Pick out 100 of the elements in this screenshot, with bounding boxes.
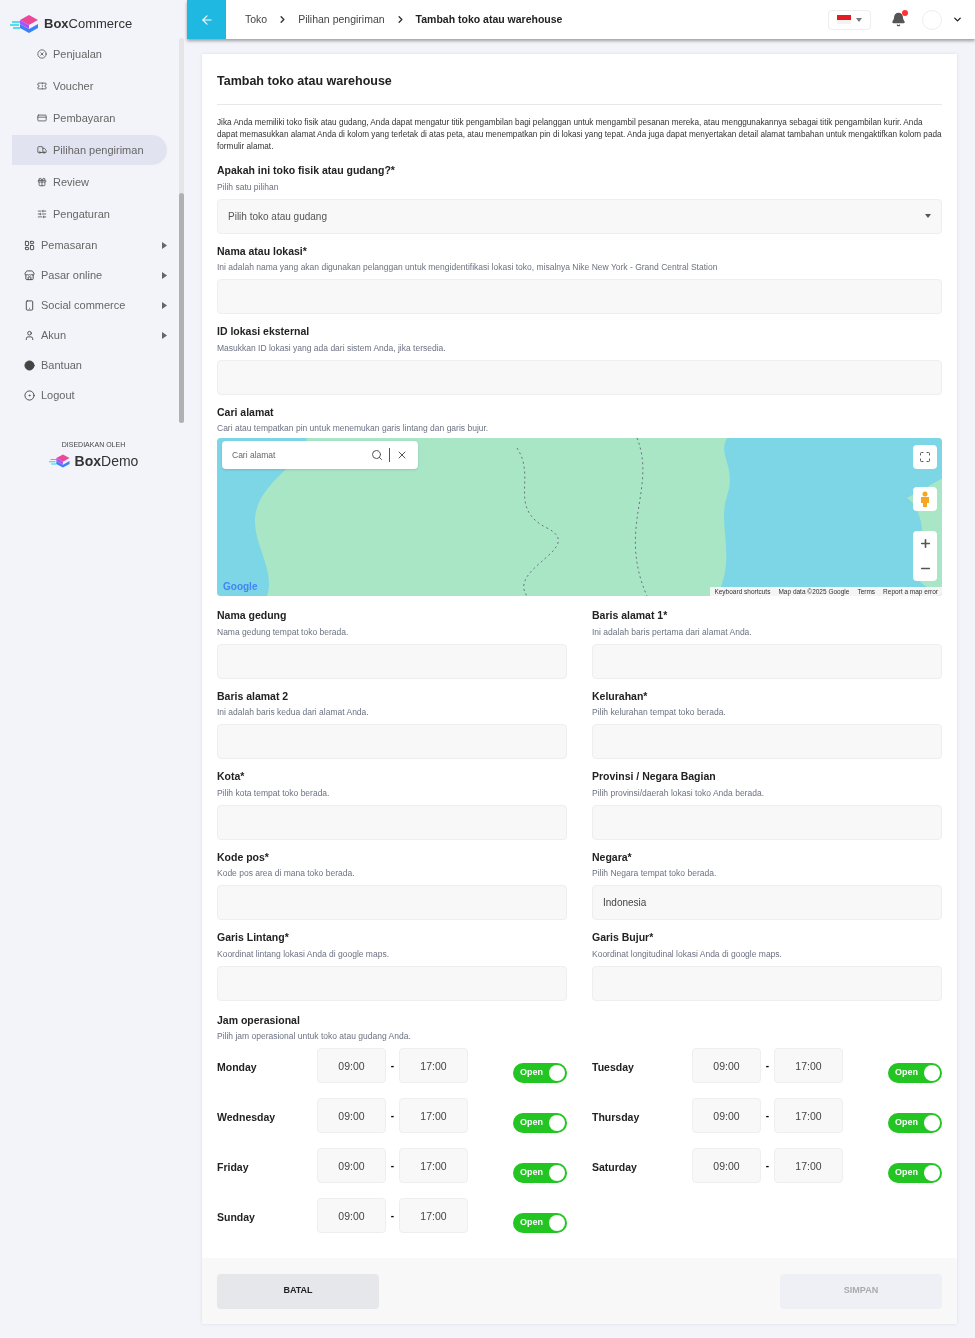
time-field[interactable]: 17:00 xyxy=(399,1048,468,1083)
sidebar-item[interactable]: Akun xyxy=(12,320,167,350)
field-hint: Pilih jam operasional untuk toko atau gudang Anda. xyxy=(217,1030,412,1043)
field-hint: Ini adalah nama yang akan digunakan pelanggan untuk mengidentifikasi lokasi toko, misalnya Nike New York - Grand Central Station xyxy=(217,261,719,274)
brand-name: BoxCommerce xyxy=(44,15,133,34)
sidebar-item[interactable]: Pengaturan xyxy=(12,199,167,229)
field-hint: Pilih Negara tempat toko berada. xyxy=(592,867,718,880)
time-field[interactable]: 17:00 xyxy=(774,1098,843,1133)
time-field[interactable]: 17:00 xyxy=(774,1148,843,1183)
store-icon xyxy=(24,269,35,281)
time-field[interactable]: 09:00 xyxy=(692,1098,761,1133)
gift-icon xyxy=(37,177,47,187)
input-field[interactable]: Indonesia xyxy=(592,885,942,920)
field-label: Baris alamat 2 xyxy=(217,688,290,704)
breadcrumb-link[interactable]: Pilihan pengiriman xyxy=(298,11,385,28)
field-label: Nama gedung xyxy=(217,608,288,623)
zoom-in-icon[interactable] xyxy=(918,537,932,550)
field-label: Garis Bujur* xyxy=(592,930,655,945)
fullscreen-button[interactable] xyxy=(913,445,937,469)
chevron-down-icon[interactable] xyxy=(952,14,963,25)
dashboard-icon xyxy=(24,239,35,251)
time-field[interactable]: 09:00 xyxy=(692,1148,761,1183)
street-view-button[interactable] xyxy=(913,487,937,511)
card-icon xyxy=(37,113,47,123)
cancel-circle-icon xyxy=(37,49,47,59)
time-separator: - xyxy=(764,1109,771,1123)
caret-down-icon xyxy=(856,17,862,22)
field-hint: Pilih kota tempat toko berada. xyxy=(217,786,331,800)
fullscreen-icon xyxy=(919,451,931,463)
search-icon[interactable] xyxy=(371,449,383,461)
time-field[interactable]: 17:00 xyxy=(399,1148,468,1183)
field-label: Cari alamat xyxy=(217,404,275,420)
sidebar-item[interactable]: Social commerce xyxy=(12,290,167,320)
ticket-icon xyxy=(37,81,47,91)
field-label: Garis Lintang* xyxy=(217,930,290,945)
person-figure-icon xyxy=(920,491,930,507)
field-label: Provinsi / Negara Bagian xyxy=(592,769,717,784)
time-field[interactable]: 09:00 xyxy=(317,1098,386,1133)
field-hint: Nama gedung tempat toko berada. xyxy=(217,625,350,639)
field-label: Kode pos* xyxy=(217,849,270,865)
intro-paragraph: Jika Anda memiliki toko fisik atau gudang, Anda dapat mengatur titik pengambilan bagi pelanggan untuk mengambil pesanan mereka, atau menggunakannya sebagai titik pengambilan kurir. Anda dapat memasukkan alamat Anda di kolom yang terletak di atas peta, atau menempatkan pin di lokasi yang tepat. Anda juga dapat menyertakan detail alamat tambahan untuk mengaktifkan kolom pada formulir alamat. xyxy=(217,117,942,153)
sidebar-item[interactable]: Penjualan xyxy=(12,39,167,69)
sidebar-item[interactable]: Review xyxy=(12,167,167,197)
sidebar-item[interactable]: Pemasaran xyxy=(12,230,167,260)
day-label: Saturday xyxy=(592,1160,638,1175)
day-label: Monday xyxy=(217,1060,258,1075)
target-icon xyxy=(24,389,35,401)
field-hint: Pilih kelurahan tempat toko berada. xyxy=(592,706,727,719)
arrow-left-icon xyxy=(199,12,214,27)
time-field[interactable]: 09:00 xyxy=(317,1148,386,1183)
field-hint: Kode pos area di mana toko berada. xyxy=(217,867,356,880)
sliders-icon xyxy=(37,209,47,219)
user-icon xyxy=(24,329,35,341)
time-separator: - xyxy=(389,1109,396,1123)
sidebar-item[interactable]: Voucher xyxy=(12,71,167,101)
map-search-field[interactable]: Cari alamat xyxy=(222,441,418,469)
field-hint: Cari atau tempatkan pin untuk menemukan garis lintang dan garis bujur. xyxy=(217,422,490,435)
time-field[interactable]: 09:00 xyxy=(317,1048,386,1083)
time-field[interactable]: 09:00 xyxy=(317,1198,386,1233)
stacked-boxes-logo-icon xyxy=(10,14,40,34)
truck-icon xyxy=(37,145,47,155)
field-hint: Koordinat longitudinal lokasi Anda di google maps. xyxy=(592,947,783,961)
time-field[interactable]: 17:00 xyxy=(399,1198,468,1233)
field-label: Kelurahan* xyxy=(592,688,649,704)
language-dropdown[interactable] xyxy=(828,9,871,30)
field-hint: Pilih provinsi/daerah lokasi toko Anda berada. xyxy=(592,786,765,800)
time-field[interactable]: 17:00 xyxy=(774,1048,843,1083)
breadcrumb-link[interactable]: Toko xyxy=(245,11,268,28)
notification-bell-icon[interactable] xyxy=(891,12,906,27)
time-field[interactable]: 09:00 xyxy=(692,1048,761,1083)
field-label: Baris alamat 1* xyxy=(592,608,669,623)
close-icon[interactable] xyxy=(396,449,408,461)
scrollbar-thumb[interactable] xyxy=(179,193,184,423)
field-label: Kota* xyxy=(217,769,246,784)
time-separator: - xyxy=(764,1159,771,1173)
time-field[interactable]: 17:00 xyxy=(399,1098,468,1133)
time-separator: - xyxy=(389,1059,396,1073)
field-label: Jam operasional xyxy=(217,1012,301,1028)
back-button[interactable] xyxy=(187,0,226,39)
field-hint: Pilih satu pilihan xyxy=(217,180,280,194)
field-hint: Ini adalah baris pertama dari alamat Anda. xyxy=(592,625,753,639)
time-separator: - xyxy=(764,1059,771,1073)
brand-name: BoxDemo xyxy=(74,451,139,471)
cancel-button[interactable]: BATAL xyxy=(217,1273,379,1309)
store-type-select[interactable]: Pilih toko atau gudang xyxy=(217,198,942,234)
sidebar-item[interactable]: Bantuan xyxy=(12,350,167,380)
field-hint: Masukkan ID lokasi yang ada dari sistem Anda, jika tersedia. xyxy=(217,341,447,355)
field-hint: Ini adalah baris kedua dari alamat Anda. xyxy=(217,706,370,719)
sidebar-item[interactable]: Logout xyxy=(12,380,167,410)
day-label: Sunday xyxy=(217,1210,256,1225)
sidebar-item[interactable]: Pilihan pengiriman xyxy=(12,135,167,165)
day-label: Thursday xyxy=(592,1110,641,1125)
map-logo: Google xyxy=(223,580,258,594)
field-label: Negara* xyxy=(592,849,633,865)
sidebar-item[interactable]: Pembayaran xyxy=(12,103,167,133)
field-label: ID lokasi eksternal xyxy=(217,324,311,339)
time-separator: - xyxy=(389,1159,396,1173)
field-label: Apakah ini toko fisik atau gudang?* xyxy=(217,163,396,178)
sidebar-item[interactable]: Pasar online xyxy=(12,260,167,290)
flag-icon xyxy=(837,15,851,24)
